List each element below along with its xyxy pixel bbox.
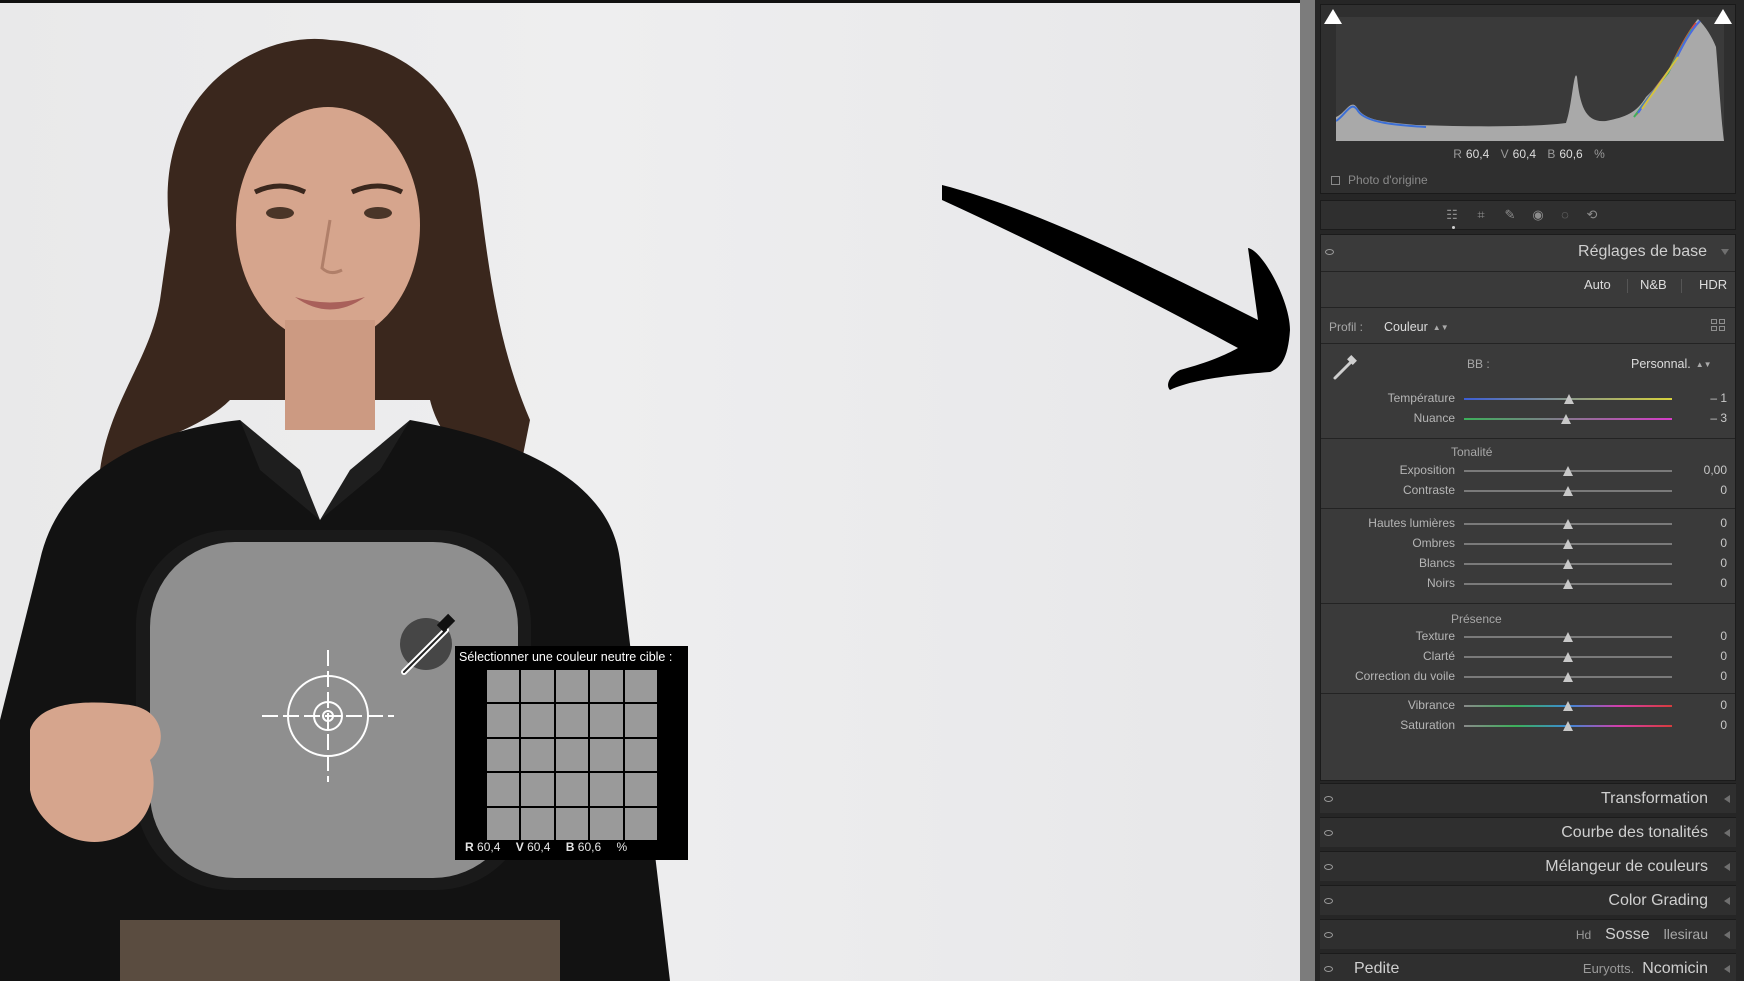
shadow-clipping-toggle-icon[interactable] [1324,9,1342,24]
histogram-plot [1335,17,1724,141]
tool-strip: ☷ ⌗ ✎ ◉ ◌ ⟲ [1320,200,1736,230]
eye-icon[interactable] [1324,830,1333,836]
color-grading-section[interactable]: Color Grading [1320,885,1736,915]
wb-label: BB : [1467,357,1490,371]
expand-arrow-icon[interactable] [1724,795,1730,803]
basic-panel: Réglages de base Auto N&B HDR Profil : C… [1320,234,1736,781]
histogram-rgb-readout: R 60,4 V 60,4 B 60,6 % [1453,147,1605,161]
tint-slider[interactable]: Nuance – 3 [1321,410,1735,428]
texture-slider[interactable]: Texture 0 [1321,628,1735,646]
eye-icon[interactable] [1325,249,1334,255]
annotation-arrow [942,185,1290,390]
basic-panel-title[interactable]: Réglages de base [1578,243,1707,261]
original-photo-checkbox[interactable] [1331,175,1340,185]
left-eye [266,207,294,219]
expand-arrow-icon[interactable] [1724,965,1730,973]
expand-arrow-icon[interactable] [1724,931,1730,939]
expand-arrow-icon[interactable] [1724,863,1730,871]
detail-title[interactable]: Hd Sosse llesirau [1576,926,1708,944]
wb-dropdown[interactable]: Personnal. ▲▼ [1631,357,1712,371]
contrast-slider[interactable]: Contraste 0 [1321,482,1735,500]
lens-title[interactable]: Euryotts. Ncomicin [1583,960,1708,978]
crop-icon[interactable]: ⌗ [1473,207,1489,223]
transform-section[interactable]: Transformation [1320,783,1736,813]
wb-eyedropper-icon[interactable] [1329,353,1359,383]
expand-arrow-icon[interactable] [1724,829,1730,837]
rotate-icon[interactable]: ⟲ [1584,207,1600,223]
detail-section[interactable]: Hd Sosse llesirau [1320,919,1736,949]
hdr-button[interactable]: HDR [1699,277,1727,292]
temperature-slider[interactable]: Température – 1 [1321,390,1735,408]
tone-group-title: Tonalité [1451,445,1493,459]
color-grading-title[interactable]: Color Grading [1608,892,1708,910]
highlights-slider[interactable]: Hautes lumières 0 [1321,515,1735,533]
bw-button[interactable]: N&B [1640,277,1667,292]
eye-icon[interactable] [1324,796,1333,802]
redeye-icon[interactable]: ◉ [1530,207,1546,223]
clarity-slider[interactable]: Clarté 0 [1321,648,1735,666]
color-mixer-section[interactable]: Mélangeur de couleurs [1320,851,1736,881]
auto-button[interactable]: Auto [1584,277,1611,292]
sliders-icon[interactable]: ☷ [1444,207,1460,223]
profile-browser-grid-icon[interactable] [1711,319,1725,331]
right-eye [364,207,392,219]
lens-left-label: Pedite [1354,960,1400,977]
expand-arrow-icon[interactable] [1724,897,1730,905]
profile-dropdown[interactable]: Couleur ▲▼ [1384,320,1449,334]
original-photo-toggle[interactable]: Photo d'origine [1331,173,1428,187]
exposure-slider[interactable]: Exposition 0,00 [1321,462,1735,480]
mask-icon[interactable]: ◌ [1557,207,1573,223]
saturation-slider[interactable]: Saturation 0 [1321,717,1735,735]
collapse-arrow-icon[interactable] [1721,249,1729,255]
loupe-title: Sélectionner une couleur neutre cible : [459,650,673,664]
eye-icon[interactable] [1324,966,1333,972]
panel-divider[interactable] [1300,0,1315,981]
skirt [120,920,560,981]
dehaze-slider[interactable]: Correction du voile 0 [1321,668,1735,686]
whites-slider[interactable]: Blancs 0 [1321,555,1735,573]
presence-group-title: Présence [1451,612,1502,626]
tone-curve-title[interactable]: Courbe des tonalités [1561,824,1708,842]
vibrance-slider[interactable]: Vibrance 0 [1321,697,1735,715]
profile-label: Profil : [1329,320,1364,334]
eye-icon[interactable] [1324,898,1333,904]
photo-canvas[interactable]: Sélectionner une couleur neutre cible : … [0,0,1300,981]
highlight-clipping-toggle-icon[interactable] [1714,9,1732,24]
lens-section[interactable]: Pedite Euryotts. Ncomicin [1320,953,1736,981]
develop-panel: R 60,4 V 60,4 B 60,6 % Photo d'origine ☷ ⌗ … [1315,0,1744,981]
neck [285,320,375,430]
neutral-color-loupe: Sélectionner une couleur neutre cible : … [455,646,688,860]
eye-icon[interactable] [1324,932,1333,938]
transform-title[interactable]: Transformation [1601,790,1708,808]
tone-curve-section[interactable]: Courbe des tonalités [1320,817,1736,847]
active-tool-indicator [1452,226,1455,229]
eye-icon[interactable] [1324,864,1333,870]
heal-icon[interactable]: ✎ [1502,207,1518,223]
loupe-rgb-readout: R 60,4 V 60,4 B 60,6 % [465,840,628,854]
loupe-pixel-grid [487,670,657,840]
color-mixer-title[interactable]: Mélangeur de couleurs [1545,858,1708,876]
blacks-slider[interactable]: Noirs 0 [1321,575,1735,593]
shadows-slider[interactable]: Ombres 0 [1321,535,1735,553]
histogram: R 60,4 V 60,4 B 60,6 % Photo d'origine [1320,4,1736,194]
